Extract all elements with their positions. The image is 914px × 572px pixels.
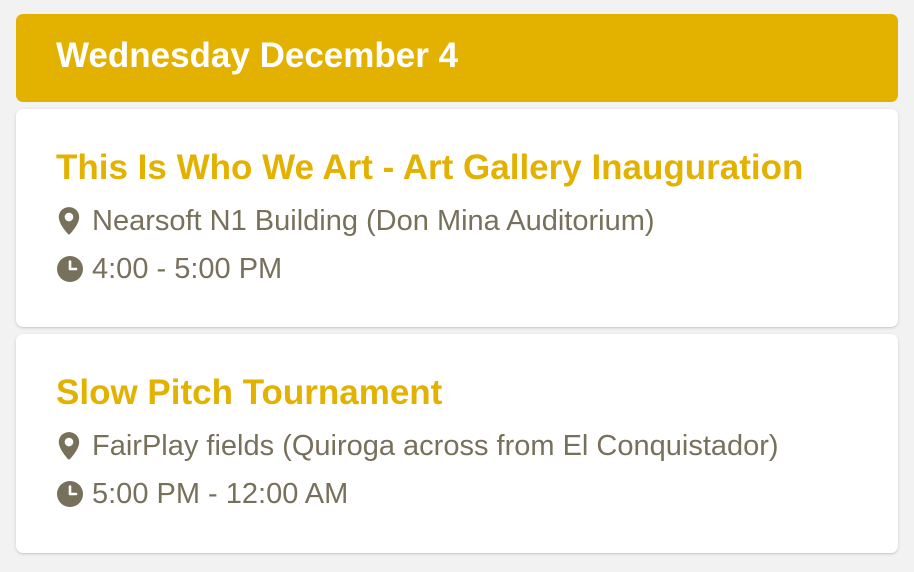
- event-card[interactable]: Slow Pitch Tournament FairPlay fields (Q…: [16, 334, 898, 553]
- event-time: 5:00 PM - 12:00 AM: [56, 478, 348, 510]
- event-time-text: 4:00 - 5:00 PM: [92, 253, 283, 285]
- event-location-text: Nearsoft N1 Building (Don Mina Auditoriu…: [92, 205, 655, 237]
- event-time: 4:00 - 5:00 PM: [56, 253, 282, 285]
- event-location: FairPlay fields (Quiroga across from El …: [56, 430, 779, 462]
- day-header: Wednesday December 4: [16, 14, 898, 102]
- event-title[interactable]: This Is Who We Art - Art Gallery Inaugur…: [56, 150, 803, 186]
- event-location-text: FairPlay fields (Quiroga across from El …: [92, 430, 779, 462]
- event-card[interactable]: This Is Who We Art - Art Gallery Inaugur…: [16, 109, 898, 327]
- map-pin-icon: [56, 430, 86, 462]
- schedule-day: Wednesday December 4 This Is Who We Art …: [0, 0, 914, 572]
- event-title[interactable]: Slow Pitch Tournament: [56, 375, 442, 411]
- event-location: Nearsoft N1 Building (Don Mina Auditoriu…: [56, 205, 655, 237]
- day-title: Wednesday December 4: [56, 35, 459, 75]
- map-pin-icon: [56, 205, 86, 237]
- clock-icon: [56, 253, 86, 285]
- clock-icon: [56, 478, 86, 510]
- event-time-text: 5:00 PM - 12:00 AM: [92, 478, 349, 510]
